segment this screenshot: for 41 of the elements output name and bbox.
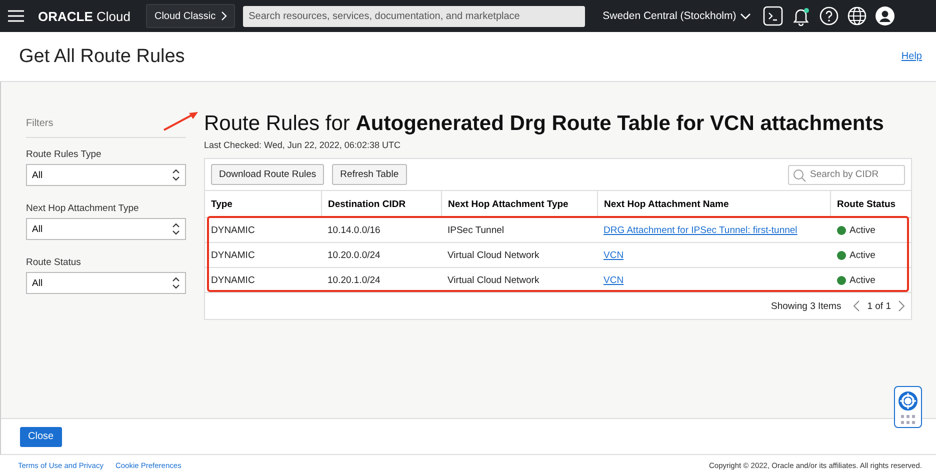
attachment-link[interactable]: VCN (604, 250, 624, 260)
attachment-link[interactable]: DRG Attachment for IPSec Tunnel: first-tunnel (604, 224, 798, 236)
table-cell: Virtual Cloud Network (442, 242, 598, 268)
filter-dropdown[interactable]: All (26, 164, 186, 186)
toolbar-button[interactable]: Download Route Rules (211, 164, 324, 185)
region-selector[interactable]: Sweden Central (Stockholm) (602, 10, 752, 22)
items-count: Showing 3 Items (770, 300, 842, 312)
column-header: Next Hop Attachment Name (598, 191, 830, 218)
status-text: Active (850, 250, 876, 260)
table-cell: DYNAMIC (205, 218, 322, 242)
table-cell: DYNAMIC (205, 268, 322, 292)
toolbar-button[interactable]: Refresh Table (332, 164, 407, 185)
table-cell: 10.20.0.0/24 (322, 242, 442, 268)
cloud-classic-button[interactable]: Cloud Classic (146, 4, 235, 28)
status-text: Active (850, 224, 876, 236)
search-field[interactable]: Search resources, services, documentation, and marketplace (242, 6, 585, 26)
table-cell: 10.20.1.0/24 (322, 268, 442, 292)
status-text: Active (850, 274, 876, 286)
last-checked-text: Last Checked: Wed, Jun 22, 2022, 06:02:38 UTC (204, 140, 402, 150)
help-link[interactable]: Help (901, 51, 922, 62)
filter-dropdown[interactable]: All (26, 218, 186, 240)
content-title: Route Rules for Autogenerated Drg Route Table for VCN attachments (204, 112, 885, 136)
page-indicator: 1 of 1 (867, 300, 891, 312)
filter-dropdown[interactable]: All (26, 272, 186, 294)
attachment-link[interactable]: VCN (604, 274, 624, 286)
table-cell: 10.14.0.0/16 (322, 218, 442, 242)
filter-label: Route Rules Type (26, 149, 102, 160)
filter-label: Route Status (26, 257, 82, 268)
column-header: Type (205, 191, 322, 218)
column-header: Next Hop Attachment Type (442, 191, 598, 218)
filters-heading: Filters (26, 118, 186, 138)
close-button[interactable]: Close (20, 426, 62, 446)
table-cell: Virtual Cloud Network (442, 268, 598, 292)
filter-label: Next Hop Attachment Type (26, 203, 140, 214)
brand-logo[interactable]: ORACLE Cloud (38, 8, 130, 24)
column-header: Destination CIDR (322, 191, 442, 218)
cidr-search-field[interactable]: Search by CIDR (788, 164, 905, 184)
panel-title: Get All Route Rules (19, 46, 185, 68)
table-cell: IPSec Tunnel (442, 218, 598, 242)
table-cell: DYNAMIC (205, 242, 322, 268)
column-header: Route Status (830, 191, 911, 218)
